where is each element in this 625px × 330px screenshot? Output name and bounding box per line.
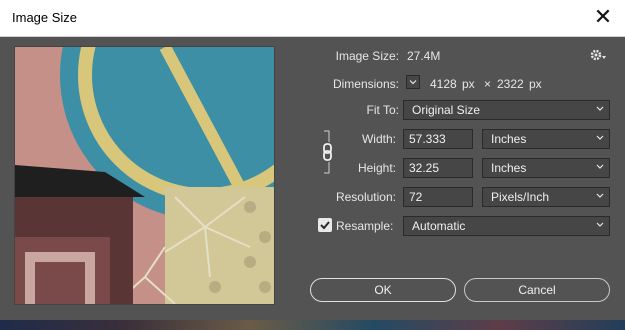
- resolution-unit-value: Pixels/Inch: [491, 190, 550, 204]
- chevron-down-icon: [409, 80, 417, 85]
- resample-value: Automatic: [412, 219, 466, 233]
- dimensions-height-value: 2322: [497, 77, 524, 91]
- fit-to-value: Original Size: [412, 103, 481, 117]
- background-strip: [0, 320, 625, 330]
- resample-checkbox[interactable]: [318, 218, 332, 232]
- preview-artwork: [15, 47, 274, 304]
- height-label: Height:: [357, 161, 396, 175]
- dimensions-width-unit: px: [462, 77, 475, 91]
- fit-to-label: Fit To:: [366, 103, 399, 117]
- chevron-down-icon: [596, 135, 604, 140]
- image-size-value: 27.4M: [407, 49, 441, 63]
- height-input[interactable]: 32.25: [403, 158, 473, 178]
- chevron-down-icon: [596, 106, 604, 111]
- resolution-unit-select[interactable]: Pixels/Inch: [482, 187, 610, 207]
- image-size-label: Image Size:: [335, 49, 399, 63]
- resample-label: Resample:: [336, 219, 394, 233]
- dimensions-height-unit: px: [529, 77, 542, 91]
- fit-to-select[interactable]: Original Size: [403, 100, 610, 120]
- checkmark-icon: [320, 221, 330, 230]
- width-label: Width:: [361, 132, 396, 146]
- dialog-title: Image Size: [12, 10, 78, 25]
- title-bar: Image Size ✕: [0, 0, 625, 37]
- resolution-label: Resolution:: [335, 190, 396, 204]
- dimensions-dropdown-button[interactable]: [406, 75, 420, 89]
- dimensions-width-value: 4128: [430, 77, 457, 91]
- gear-icon[interactable]: [590, 48, 608, 62]
- width-unit-value: Inches: [491, 132, 527, 146]
- image-preview[interactable]: [14, 46, 275, 305]
- width-input[interactable]: 57.333: [403, 129, 473, 149]
- width-unit-select[interactable]: Inches: [482, 129, 610, 149]
- resolution-input[interactable]: 72: [403, 187, 473, 207]
- resample-select[interactable]: Automatic: [403, 216, 610, 236]
- height-unit-select[interactable]: Inches: [482, 158, 610, 178]
- chevron-down-icon: [596, 222, 604, 227]
- ok-button[interactable]: OK: [310, 278, 456, 302]
- chevron-down-icon: [596, 164, 604, 169]
- dimensions-label: Dimensions:: [332, 77, 399, 91]
- cancel-button[interactable]: Cancel: [464, 278, 610, 302]
- dimensions-times: ×: [484, 77, 492, 91]
- height-unit-value: Inches: [491, 161, 527, 175]
- close-icon[interactable]: ✕: [591, 6, 615, 30]
- chevron-down-icon: [596, 193, 604, 198]
